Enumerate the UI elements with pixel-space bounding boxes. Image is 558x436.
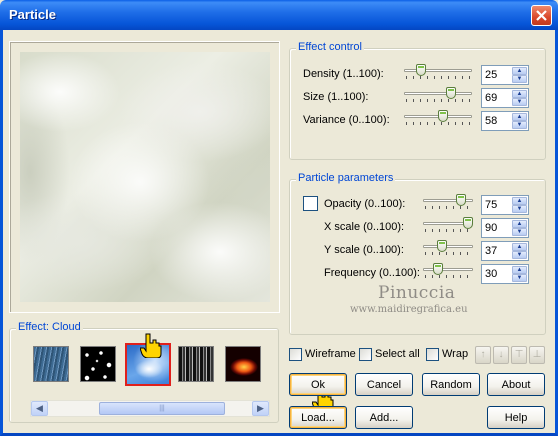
pointer-hand-icon	[140, 333, 162, 358]
y-scale-label: Y scale (0..100):	[324, 244, 404, 256]
effect-thumb-fire[interactable]	[225, 346, 261, 382]
wrap-checkbox[interactable]	[426, 348, 439, 361]
density-row: Density (1..100): 25 ▲ ▼	[303, 64, 543, 85]
y-scale-input[interactable]: 37 ▲ ▼	[481, 241, 529, 261]
y-scale-row: Y scale (0..100): 37 ▲ ▼	[324, 240, 544, 261]
preview-image	[20, 52, 270, 302]
size-slider[interactable]	[404, 87, 472, 103]
variance-label: Variance (0..100):	[303, 114, 390, 126]
close-button[interactable]	[531, 5, 552, 26]
move-top-button[interactable]: ⊤	[511, 346, 527, 364]
ok-button[interactable]: Ok	[289, 373, 347, 396]
x-scale-row: X scale (0..100): 90 ▲ ▼	[324, 217, 544, 238]
opacity-slider[interactable]	[423, 194, 473, 210]
effect-legend: Effect: Cloud	[16, 321, 83, 333]
size-slider-thumb[interactable]	[445, 87, 456, 99]
frequency-spinner[interactable]: ▲ ▼	[512, 266, 527, 282]
size-input[interactable]: 69 ▲ ▼	[481, 88, 529, 108]
x-scale-input[interactable]: 90 ▲ ▼	[481, 218, 529, 238]
size-spinner[interactable]: ▲ ▼	[512, 90, 527, 106]
variance-slider-thumb[interactable]	[438, 110, 449, 122]
scroll-thumb[interactable]: |||	[99, 402, 225, 415]
x-scale-spinner[interactable]: ▲ ▼	[512, 220, 527, 236]
frequency-slider[interactable]	[423, 263, 473, 279]
opacity-spinner[interactable]: ▲ ▼	[512, 197, 527, 213]
select-all-label: Select all	[375, 348, 420, 360]
frequency-label: Frequency (0..100):	[324, 267, 420, 279]
opacity-row: Opacity (0..100): 75 ▲ ▼	[324, 194, 544, 215]
size-row: Size (1..100): 69 ▲ ▼	[303, 87, 543, 108]
effect-control-legend: Effect control	[296, 41, 364, 53]
density-spinner[interactable]: ▲ ▼	[512, 67, 527, 83]
wrap-label: Wrap	[442, 348, 469, 360]
y-scale-slider-thumb[interactable]	[436, 240, 447, 252]
cancel-button[interactable]: Cancel	[355, 373, 413, 396]
y-scale-spinner[interactable]: ▲ ▼	[512, 243, 527, 259]
density-slider-thumb[interactable]	[416, 64, 426, 76]
watermark-url: www.maidiregrafica.eu	[350, 304, 468, 315]
frequency-input[interactable]: 30 ▲ ▼	[481, 264, 529, 284]
density-slider[interactable]	[404, 64, 472, 80]
wireframe-checkbox[interactable]	[289, 348, 302, 361]
help-button[interactable]: Help	[487, 406, 545, 429]
scroll-left-button[interactable]: ◀	[31, 401, 48, 416]
select-all-checkbox[interactable]	[359, 348, 372, 361]
move-up-button[interactable]: ↑	[475, 346, 491, 364]
particle-color-swatch[interactable]	[303, 196, 318, 211]
title-bar: Particle	[0, 0, 558, 30]
load-button[interactable]: Load...	[289, 406, 347, 429]
x-scale-slider-thumb[interactable]	[463, 217, 473, 229]
y-scale-slider[interactable]	[423, 240, 473, 256]
variance-input[interactable]: 58 ▲ ▼	[481, 111, 529, 131]
particle-parameters-legend: Particle parameters	[296, 172, 396, 184]
add-button[interactable]: Add...	[355, 406, 413, 429]
x-scale-slider[interactable]	[423, 217, 473, 233]
scroll-right-button[interactable]: ▶	[252, 401, 269, 416]
variance-spinner[interactable]: ▲ ▼	[512, 113, 527, 129]
random-button[interactable]: Random	[422, 373, 480, 396]
effect-thumb-rain[interactable]	[33, 346, 69, 382]
window-title: Particle	[9, 7, 56, 22]
opacity-label: Opacity (0..100):	[324, 198, 406, 210]
opacity-slider-thumb[interactable]	[455, 194, 466, 206]
frequency-slider-thumb[interactable]	[433, 263, 443, 275]
effect-scrollbar[interactable]: ◀ ||| ▶	[30, 400, 270, 417]
density-label: Density (1..100):	[303, 68, 384, 80]
watermark-name: Pinuccia	[378, 283, 456, 303]
wireframe-label: Wireframe	[305, 348, 356, 360]
density-input[interactable]: 25 ▲ ▼	[481, 65, 529, 85]
close-icon	[536, 10, 547, 21]
variance-slider[interactable]	[404, 110, 472, 126]
size-label: Size (1..100):	[303, 91, 369, 103]
effect-thumb-stars[interactable]	[80, 346, 116, 382]
effect-thumb-smoke[interactable]	[178, 346, 214, 382]
frequency-row: Frequency (0..100): 30 ▲ ▼	[324, 263, 544, 284]
opacity-input[interactable]: 75 ▲ ▼	[481, 195, 529, 215]
x-scale-label: X scale (0..100):	[324, 221, 405, 233]
about-button[interactable]: About	[487, 373, 545, 396]
move-down-button[interactable]: ↓	[493, 346, 509, 364]
move-bottom-button[interactable]: ⊥	[529, 346, 545, 364]
variance-row: Variance (0..100): 58 ▲ ▼	[303, 110, 543, 131]
